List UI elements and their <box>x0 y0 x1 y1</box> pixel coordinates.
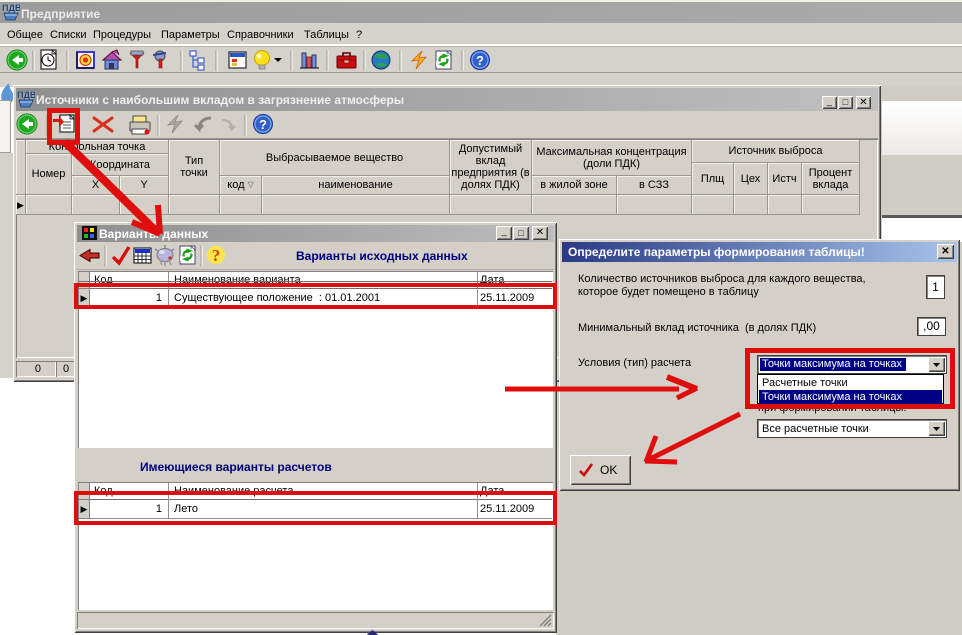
svg-text:?: ? <box>212 246 221 265</box>
svg-text:ПДВ: ПДВ <box>17 90 35 100</box>
svg-text:ПДВ: ПДВ <box>2 3 20 13</box>
svg-text:?: ? <box>259 117 267 132</box>
svg-text:?: ? <box>476 53 484 68</box>
